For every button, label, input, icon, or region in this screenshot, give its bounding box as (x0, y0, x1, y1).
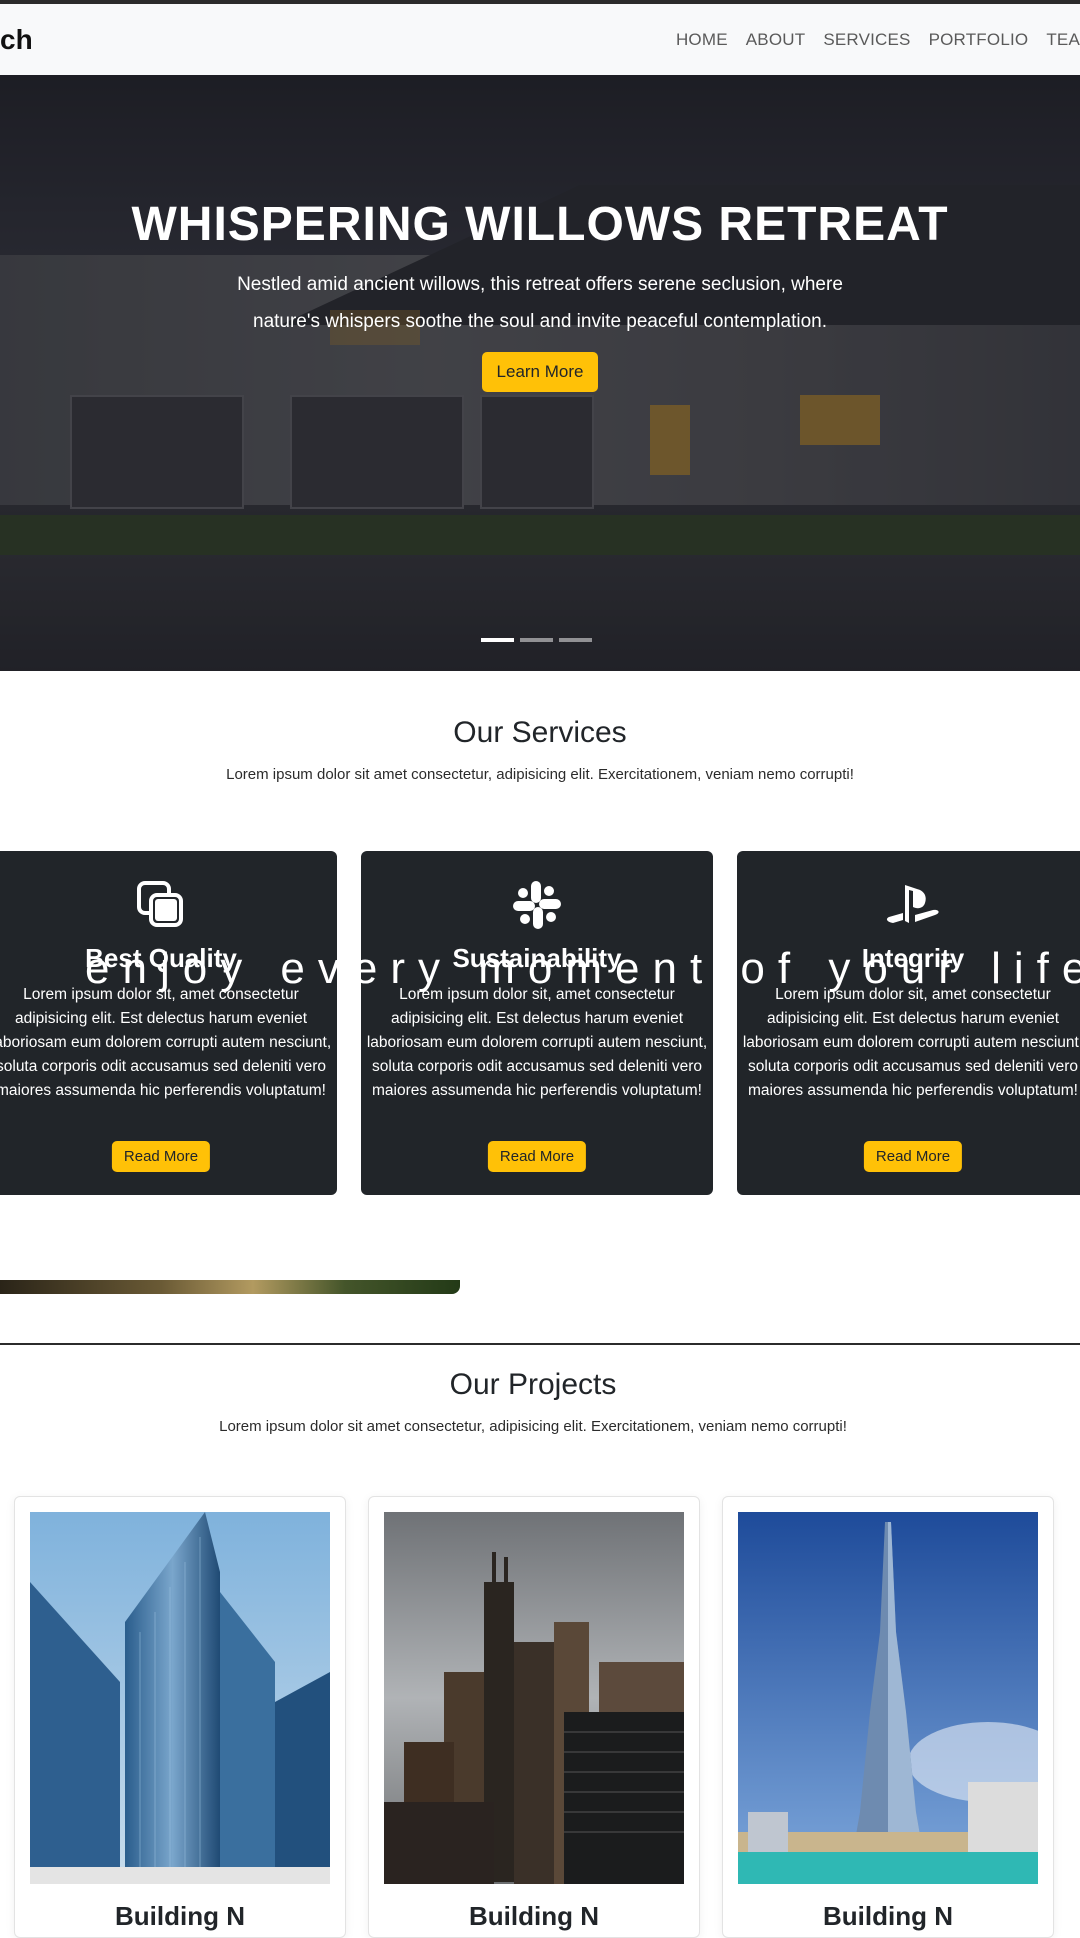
slack-icon (361, 879, 713, 931)
nav-link-home[interactable]: HOME (676, 30, 728, 50)
project-card[interactable]: Building N (368, 1496, 700, 1938)
service-text: Lorem ipsum dolor sit, amet consectetur … (0, 986, 332, 1099)
hero-carousel: WHISPERING WILLOWS RETREAT Nestled amid … (0, 75, 1080, 671)
project-name: Building N (823, 1901, 953, 1931)
nav-link-team[interactable]: TEA (1046, 30, 1080, 50)
city-towers-image (384, 1512, 684, 1884)
projects-title: Our Projects (449, 1368, 617, 1401)
project-card[interactable]: Building N (722, 1496, 1054, 1938)
carousel-indicator-3[interactable] (559, 638, 592, 642)
brand-logo[interactable]: ch (0, 24, 33, 56)
hero-title: WHISPERING WILLOWS RETREAT (131, 198, 949, 251)
read-more-button[interactable]: Read More (863, 1141, 963, 1172)
services-subtitle: Lorem ipsum dolor sit amet consectetur, … (226, 766, 854, 783)
service-card-sustainability: Sustainability Lorem ipsum dolor sit, am… (361, 851, 713, 1195)
playstation-icon (737, 879, 1080, 931)
hero-caption: WHISPERING WILLOWS RETREAT Nestled amid … (0, 197, 1080, 392)
carousel-indicator-2[interactable] (520, 638, 553, 642)
navbar: ch HOME ABOUT SERVICES PORTFOLIO TEA (0, 4, 1080, 76)
project-name: Building N (115, 1901, 245, 1931)
hero-description: Nestled amid ancient willows, this retre… (237, 274, 843, 332)
page-scrollbar[interactable] (1066, 1345, 1080, 1920)
service-text: Lorem ipsum dolor sit, amet consectetur … (366, 986, 708, 1099)
services-title: Our Services (453, 716, 627, 749)
nav-link-services[interactable]: SERVICES (823, 30, 910, 50)
spire-tower-image (738, 1512, 1038, 1884)
projects-subtitle: Lorem ipsum dolor sit amet consectetur, … (219, 1418, 847, 1435)
nav-link-portfolio[interactable]: PORTFOLIO (929, 30, 1029, 50)
layers-icon (0, 879, 337, 931)
service-card-integrity: Integrity Lorem ipsum dolor sit, amet co… (737, 851, 1080, 1195)
section-divider (0, 1343, 1080, 1345)
carousel-indicators (481, 638, 598, 642)
glass-skyscraper-image (30, 1512, 330, 1884)
service-name: Best Quality (85, 943, 237, 973)
service-card-quality: Best Quality Lorem ipsum dolor sit, amet… (0, 851, 337, 1195)
service-text: Lorem ipsum dolor sit, amet consectetur … (742, 986, 1080, 1099)
read-more-button[interactable]: Read More (487, 1141, 587, 1172)
service-name: Sustainability (452, 943, 622, 973)
project-card[interactable]: Building N (14, 1496, 346, 1938)
project-name: Building N (469, 1901, 599, 1931)
nav-links: HOME ABOUT SERVICES PORTFOLIO TEA (658, 4, 1080, 75)
carousel-indicator-1[interactable] (481, 638, 514, 642)
service-name: Integrity (861, 943, 965, 973)
partial-image-strip (0, 1280, 460, 1294)
learn-more-button[interactable]: Learn More (481, 352, 599, 392)
nav-link-about[interactable]: ABOUT (746, 30, 806, 50)
read-more-button[interactable]: Read More (111, 1141, 211, 1172)
